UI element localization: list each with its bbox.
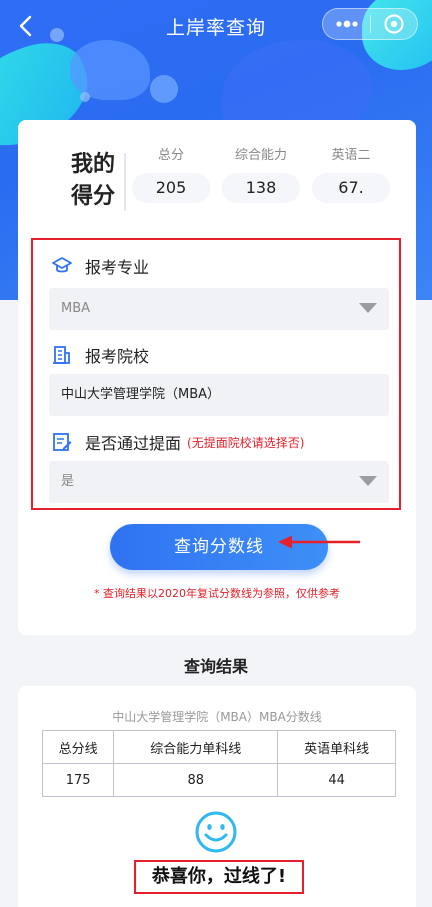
decor-blob xyxy=(80,92,90,102)
score-label: 总分 xyxy=(157,148,184,163)
result-title: 查询结果 xyxy=(183,657,248,676)
interview-select-value: 是 xyxy=(61,474,75,489)
table-header-cell: 总分线 xyxy=(41,730,115,764)
school-label: 报考院校 xyxy=(51,343,149,367)
score-value: 205 xyxy=(132,173,210,203)
score-line-table: 总分线 综合能力单科线 英语单科线 175 88 44 xyxy=(41,730,396,797)
page-title: 上岸率查询 xyxy=(165,16,266,39)
major-label-text: 报考专业 xyxy=(85,258,150,277)
score-summary: 我的 得分 总分 205 综合能力 138 英语二 67. xyxy=(18,145,416,225)
smiley-face-icon xyxy=(195,811,237,853)
result-card: 中山大学管理学院（MBA）MBA分数线 总分线 综合能力单科线 英语单科线 17… xyxy=(18,686,416,907)
form-highlight-frame: 报考专业 MBA 报考院校 中山大学管理学院（MBA） 是否通过提面 (无提面院… xyxy=(31,238,401,510)
table-header-cell: 英语单科线 xyxy=(277,730,396,764)
school-select-value: 中山大学管理学院（MBA） xyxy=(61,387,221,402)
table-cell: 175 xyxy=(41,763,115,797)
table-cell: 88 xyxy=(113,763,279,797)
edit-document-icon xyxy=(51,431,73,453)
table-header-row: 总分线 综合能力单科线 英语单科线 xyxy=(41,730,396,764)
nav-bar: 上岸率查询 xyxy=(0,0,432,52)
interview-hint: (无提面院校请选择否) xyxy=(187,435,305,450)
query-card: 我的 得分 总分 205 综合能力 138 英语二 67. 报考专业 MBA 报… xyxy=(18,120,416,635)
decor-blob xyxy=(150,75,178,103)
score-total: 总分 205 xyxy=(132,145,210,203)
reference-note: * 查询结果以2020年复试分数线为参照，仅供参考 xyxy=(94,587,340,600)
major-label: 报考专业 xyxy=(51,254,149,278)
my-score-heading-line1: 我的 xyxy=(70,152,115,177)
my-score-heading: 我的 得分 xyxy=(63,149,123,213)
divider xyxy=(124,153,126,211)
school-select[interactable]: 中山大学管理学院（MBA） xyxy=(49,374,389,416)
score-label: 综合能力 xyxy=(234,148,287,163)
miniprogram-capsule xyxy=(322,8,418,40)
score-value: 67. xyxy=(312,173,390,203)
result-caption: 中山大学管理学院（MBA）MBA分数线 xyxy=(112,710,322,724)
graduation-cap-icon xyxy=(51,255,73,277)
my-score-heading-line2: 得分 xyxy=(70,184,115,209)
building-icon xyxy=(51,344,73,366)
interview-label: 是否通过提面 (无提面院校请选择否) xyxy=(51,430,304,454)
close-target-icon[interactable] xyxy=(371,9,417,39)
score-value: 138 xyxy=(222,173,300,203)
score-comprehensive: 综合能力 138 xyxy=(222,145,300,203)
school-label-text: 报考院校 xyxy=(85,347,150,366)
back-chevron-icon[interactable] xyxy=(14,14,38,38)
major-select[interactable]: MBA xyxy=(49,288,389,330)
congrats-message: 恭喜你，过线了! xyxy=(134,860,304,894)
table-cell: 44 xyxy=(277,763,396,797)
pointer-arrow-icon xyxy=(278,535,360,549)
dropdown-triangle-icon xyxy=(359,476,377,486)
table-row: 175 88 44 xyxy=(41,763,396,797)
dropdown-triangle-icon xyxy=(359,303,377,313)
interview-label-text: 是否通过提面 xyxy=(85,434,182,453)
more-dots-icon[interactable] xyxy=(323,9,370,39)
interview-select[interactable]: 是 xyxy=(49,461,389,503)
major-select-value: MBA xyxy=(61,301,91,316)
score-english: 英语二 67. xyxy=(312,145,390,203)
table-header-cell: 综合能力单科线 xyxy=(113,730,279,764)
score-label: 英语二 xyxy=(331,148,371,163)
